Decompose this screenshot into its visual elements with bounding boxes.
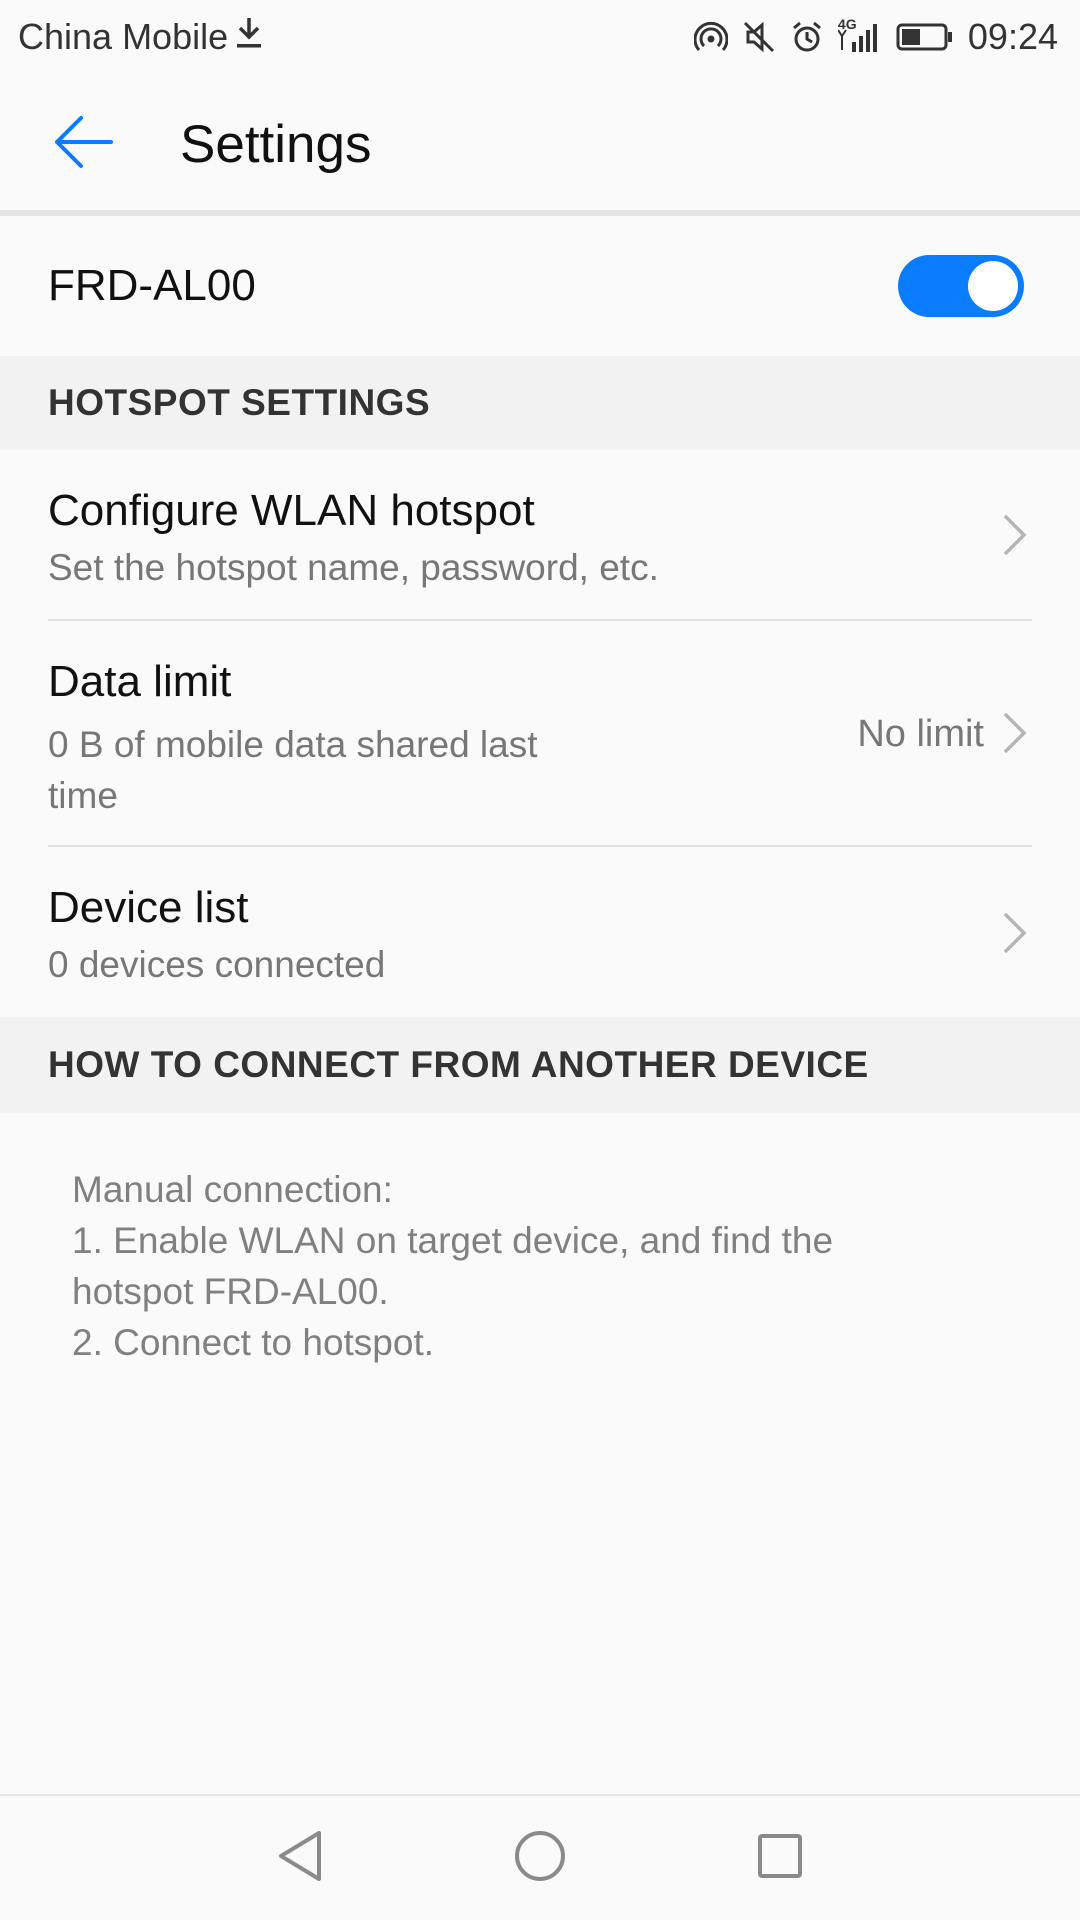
network-type-label: 4G [837,16,857,32]
connection-instructions: Manual connection: 1. Enable WLAN on tar… [72,1164,972,1368]
nav-home-icon [513,1829,567,1888]
instruction-line: hotspot FRD-AL00. [72,1271,389,1312]
data-limit-value: No limit [857,713,984,755]
list-item-subtitle-line1: 0 B of mobile data shared last [48,724,538,765]
hotspot-toggle-switch[interactable] [898,255,1024,317]
back-arrow-icon [53,114,113,175]
clock: 09:24 [967,16,1058,57]
list-item-title: Data limit [48,657,232,706]
nav-recents-button[interactable] [748,1826,812,1890]
instruction-line: Manual connection: [72,1169,393,1210]
toggle-knob [968,261,1018,311]
section-header-how-to-connect: HOW TO CONNECT FROM ANOTHER DEVICE [0,1017,1080,1113]
list-item-subtitle: Set the hotspot name, password, etc. [48,547,659,588]
nav-back-icon [275,1829,325,1888]
status-bar: China Mobile 4G 09:24 [0,0,1080,74]
hotspot-icon [693,20,728,54]
app-bar: Settings [0,74,1080,214]
page-title: Settings [180,114,372,174]
device-list-item[interactable]: Device list 0 devices connected [0,847,1080,1017]
alarm-icon [790,20,824,54]
nav-back-button[interactable] [268,1826,332,1890]
list-item-title: Configure WLAN hotspot [48,486,535,535]
list-item-subtitle: 0 devices connected [48,944,386,985]
status-left: China Mobile [18,16,264,59]
battery-icon [896,22,954,52]
configure-wlan-hotspot-item[interactable]: Configure WLAN hotspot Set the hotspot n… [0,450,1080,620]
back-button[interactable] [38,99,128,189]
hotspot-name-label: FRD-AL00 [48,261,256,310]
nav-home-button[interactable] [508,1826,572,1890]
section-header-hotspot-settings: HOTSPOT SETTINGS [0,356,1080,450]
download-icon [234,16,264,59]
hotspot-toggle-row[interactable]: FRD-AL00 [0,216,1080,356]
nav-recents-icon [756,1832,804,1885]
signal-icon: 4G [837,16,882,54]
carrier-name: China Mobile [18,16,229,57]
instruction-line: 2. Connect to hotspot. [72,1322,435,1363]
instruction-line: 1. Enable WLAN on target device, and fin… [72,1220,834,1261]
list-item-subtitle-line2: time [48,775,118,816]
navigation-bar [0,1796,1080,1920]
mute-icon [742,20,776,54]
status-right: 4G 09:24 [693,16,1058,58]
list-item-title: Device list [48,883,249,932]
data-limit-item[interactable]: Data limit 0 B of mobile data shared las… [0,621,1080,845]
